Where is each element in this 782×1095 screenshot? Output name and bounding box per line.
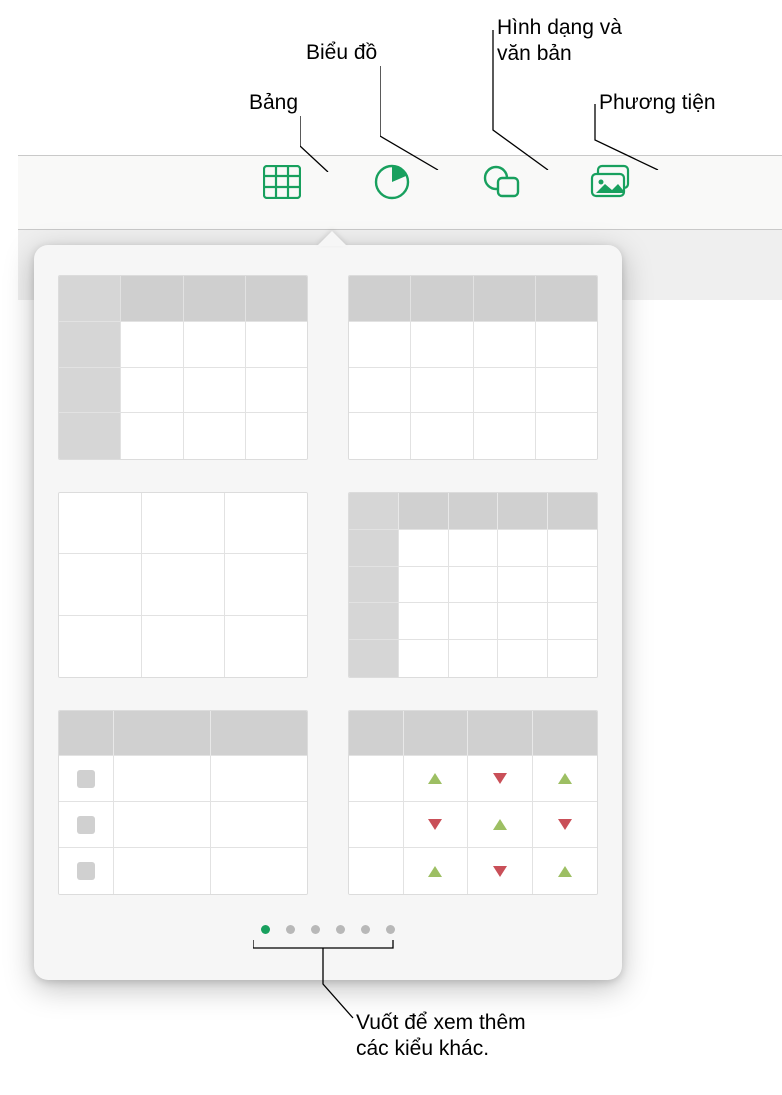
triangle-up-icon (493, 819, 507, 830)
callout-media-label: Phương tiện (599, 90, 716, 116)
triangle-down-icon (493, 773, 507, 784)
triangle-up-icon (428, 866, 442, 877)
page-dot-6[interactable] (386, 925, 395, 934)
callout-table-label: Bảng (249, 90, 298, 116)
table-icon (263, 165, 301, 199)
checkbox-icon (77, 862, 95, 880)
insert-toolbar (260, 160, 634, 204)
callout-swipe-label: Vuốt để xem thêm các kiểu khác. (356, 1010, 526, 1063)
media-icon (590, 164, 634, 200)
page-indicator[interactable] (58, 925, 598, 934)
table-style-dense[interactable] (348, 492, 598, 677)
page-dot-2[interactable] (286, 925, 295, 934)
page-dot-3[interactable] (311, 925, 320, 934)
page-dot-4[interactable] (336, 925, 345, 934)
insert-chart-button[interactable] (370, 160, 414, 204)
table-style-header-sidecol[interactable] (58, 275, 308, 460)
callout-line (490, 30, 550, 170)
triangle-down-icon (558, 819, 572, 830)
triangle-up-icon (558, 773, 572, 784)
table-style-plain[interactable] (58, 492, 308, 677)
page-dot-5[interactable] (361, 925, 370, 934)
triangle-down-icon (428, 819, 442, 830)
table-style-indicators[interactable] (348, 710, 598, 895)
table-style-checklist[interactable] (58, 710, 308, 895)
shapes-icon (482, 164, 522, 200)
page-dot-1[interactable] (261, 925, 270, 934)
triangle-down-icon (493, 866, 507, 877)
triangle-up-icon (428, 773, 442, 784)
table-styles-grid (58, 275, 598, 895)
insert-shape-button[interactable] (480, 160, 524, 204)
table-styles-popover (34, 245, 622, 980)
checkbox-icon (77, 770, 95, 788)
checkbox-icon (77, 816, 95, 834)
triangle-up-icon (558, 866, 572, 877)
callout-shapes-label: Hình dạng và văn bản (497, 15, 622, 68)
insert-table-button[interactable] (260, 160, 304, 204)
table-style-header-only[interactable] (348, 275, 598, 460)
chart-icon (374, 164, 410, 200)
callout-chart-label: Biểu đồ (306, 40, 377, 66)
insert-media-button[interactable] (590, 160, 634, 204)
